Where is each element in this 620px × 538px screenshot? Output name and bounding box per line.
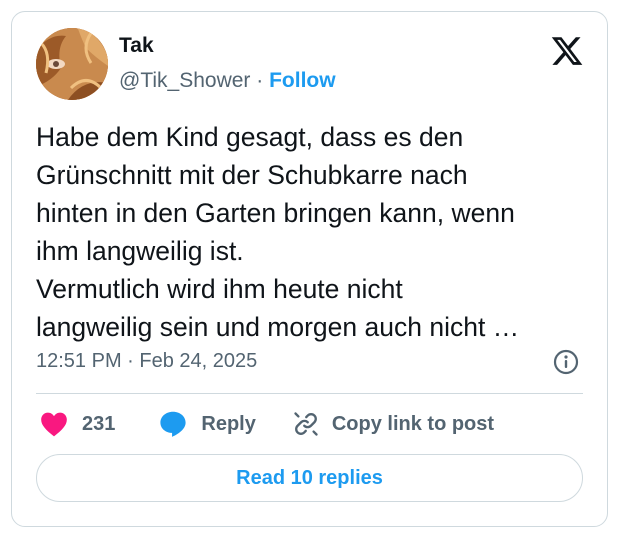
divider bbox=[36, 393, 583, 394]
x-logo-icon[interactable] bbox=[549, 34, 585, 68]
speech-bubble-icon bbox=[160, 411, 186, 437]
tweet-text: Habe dem Kind gesagt, dass es den Grünsc… bbox=[36, 118, 596, 346]
avatar[interactable] bbox=[36, 28, 108, 100]
tweet-timestamp[interactable]: 12:51 PM · Feb 24, 2025 bbox=[36, 350, 257, 373]
tweet-line: Habe dem Kind gesagt, dass es den bbox=[36, 122, 464, 152]
tweet-date: Feb 24, 2025 bbox=[139, 350, 258, 372]
copy-link-label: Copy link to post bbox=[331, 412, 495, 435]
tweet-line: Grünschnitt mit der Schubkarre nach bbox=[36, 160, 468, 190]
tweet-line: Vermutlich wird ihm heute nicht bbox=[36, 274, 403, 304]
tweet-line: hinten in den Garten bringen kann, wenn bbox=[36, 198, 515, 228]
reply-label: Reply bbox=[201, 412, 256, 435]
like-button[interactable]: 231 bbox=[40, 411, 115, 437]
like-count: 231 bbox=[82, 412, 116, 435]
author-handle-row: @Tik_Shower · Follow bbox=[119, 69, 336, 93]
tweet-line: ihm langweilig ist. bbox=[36, 236, 244, 266]
read-replies-label: Read 10 replies bbox=[236, 466, 383, 489]
tweet-time: 12:51 PM bbox=[36, 350, 122, 372]
link-icon bbox=[294, 412, 318, 436]
info-icon[interactable] bbox=[553, 349, 579, 375]
author-name[interactable]: Tak bbox=[119, 34, 154, 58]
action-bar: 231 Reply Copy link to post bbox=[40, 409, 494, 439]
copy-link-button[interactable]: Copy link to post bbox=[292, 410, 494, 438]
heart-icon bbox=[41, 412, 67, 437]
author-handle[interactable]: @Tik_Shower bbox=[119, 69, 250, 92]
date-separator: · bbox=[121, 350, 140, 372]
tweet-line: langweilig sein und morgen auch nicht … bbox=[36, 312, 520, 342]
reply-button[interactable]: Reply bbox=[159, 410, 256, 438]
tweet-card: Tak @Tik_Shower · Follow Habe dem Kind g… bbox=[11, 11, 608, 527]
read-replies-button[interactable]: Read 10 replies bbox=[36, 454, 583, 502]
handle-separator: · bbox=[250, 69, 270, 92]
follow-button[interactable]: Follow bbox=[269, 69, 336, 92]
